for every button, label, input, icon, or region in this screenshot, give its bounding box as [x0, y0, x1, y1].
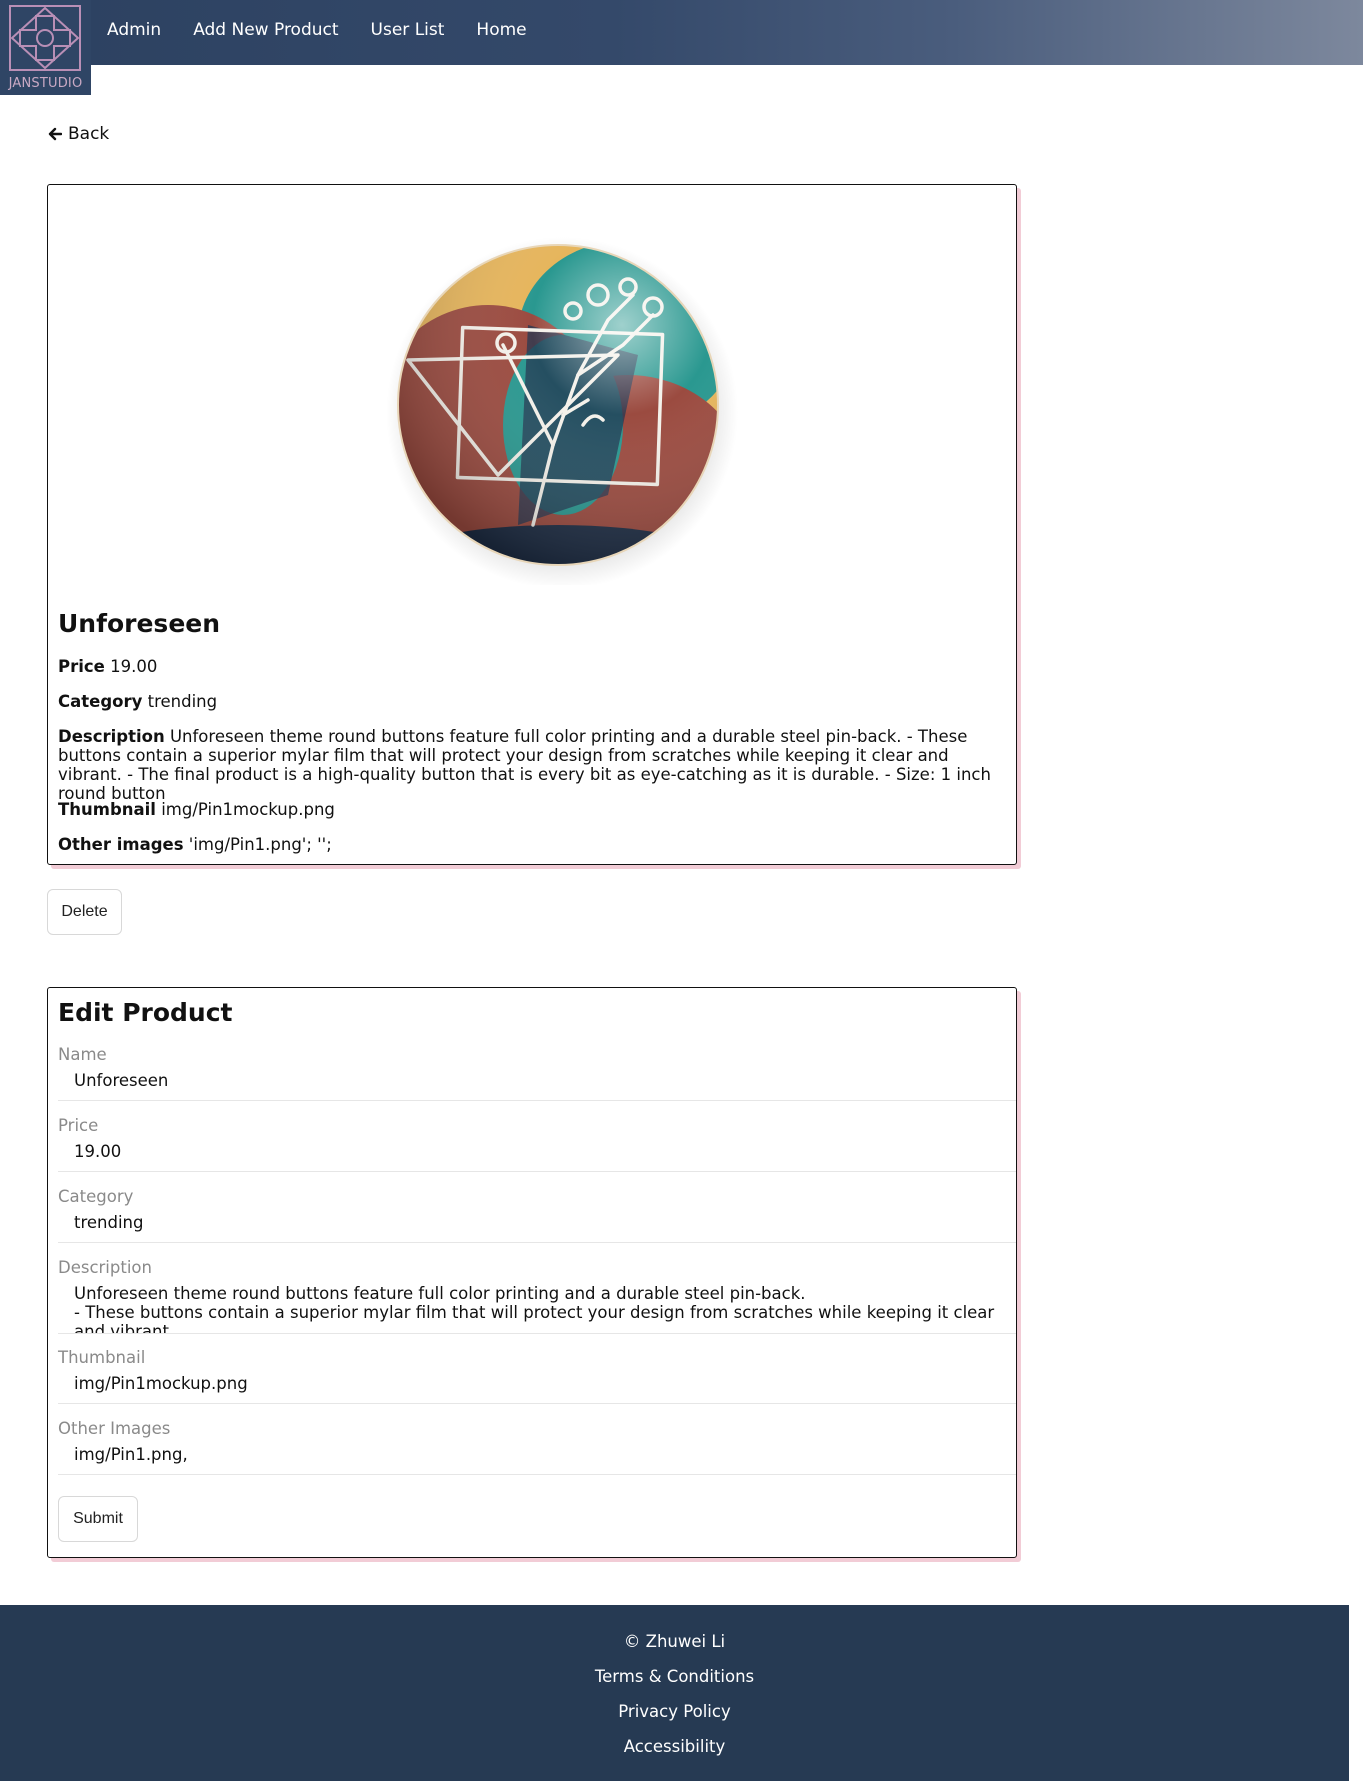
thumbnail-field-group: Thumbnail: [58, 1348, 1016, 1404]
category-label: Category: [58, 1187, 134, 1206]
product-title: Unforeseen: [58, 609, 221, 638]
product-thumbnail: Thumbnail img/Pin1mockup.png: [58, 800, 1008, 819]
nav-admin[interactable]: Admin: [107, 20, 161, 40]
thumbnail-label: Thumbnail: [58, 800, 156, 819]
price-input[interactable]: [58, 1138, 1016, 1172]
nav-user-list[interactable]: User List: [371, 20, 445, 40]
submit-button[interactable]: Submit: [58, 1496, 138, 1542]
other-images-field-group: Other Images: [58, 1419, 1016, 1475]
product-other-images: Other images 'img/Pin1.png'; '';: [58, 835, 1008, 854]
category-value: trending: [147, 692, 218, 711]
footer-privacy-link[interactable]: Privacy Policy: [0, 1702, 1349, 1721]
description-value: Unforeseen theme round buttons feature f…: [58, 727, 991, 803]
category-label: Category: [58, 692, 143, 711]
footer-terms-link[interactable]: Terms & Conditions: [0, 1667, 1349, 1686]
logo-emblem-icon: [9, 5, 81, 71]
delete-button[interactable]: Delete: [47, 889, 122, 935]
name-field-group: Name: [58, 1045, 1016, 1101]
description-label: Description: [58, 727, 165, 746]
footer-accessibility-link[interactable]: Accessibility: [0, 1737, 1349, 1756]
other-images-label: Other Images: [58, 1419, 171, 1438]
product-category: Category trending: [58, 692, 1008, 711]
logo-text: JANSTUDIO: [8, 76, 83, 91]
back-link[interactable]: Back: [48, 124, 109, 144]
description-textarea[interactable]: Unforeseen theme round buttons feature f…: [58, 1280, 1016, 1334]
brand-logo[interactable]: JANSTUDIO: [0, 0, 91, 95]
category-field-group: Category: [58, 1187, 1016, 1243]
navbar: JANSTUDIO Admin Add New Product User Lis…: [0, 0, 1363, 95]
nav-add-new-product[interactable]: Add New Product: [193, 20, 338, 40]
price-value: 19.00: [110, 657, 158, 676]
nav-links: Admin Add New Product User List Home: [107, 20, 527, 40]
edit-product-title: Edit Product: [58, 998, 233, 1027]
product-details-card: Unforeseen Price 19.00 Category trending…: [47, 184, 1017, 865]
footer-copyright: © Zhuwei Li: [623, 1632, 726, 1651]
footer: © Zhuwei Li Terms & Conditions Privacy P…: [0, 1605, 1349, 1781]
edit-product-card: Edit Product Name Price Category Descrip…: [47, 987, 1017, 1558]
price-label: Price: [58, 1116, 99, 1135]
other-images-label: Other images: [58, 835, 184, 854]
other-images-input[interactable]: [58, 1441, 1016, 1475]
product-pin-image: [386, 237, 738, 585]
nav-home[interactable]: Home: [476, 20, 526, 40]
back-label: Back: [68, 124, 110, 144]
description-label: Description: [58, 1258, 152, 1277]
thumbnail-value: img/Pin1mockup.png: [161, 800, 335, 819]
name-input[interactable]: [58, 1067, 1016, 1101]
category-input[interactable]: [58, 1209, 1016, 1243]
thumbnail-label: Thumbnail: [58, 1348, 146, 1367]
other-images-value: 'img/Pin1.png'; '';: [188, 835, 332, 854]
price-field-group: Price: [58, 1116, 1016, 1172]
product-description: Description Unforeseen theme round butto…: [58, 727, 1008, 803]
name-label: Name: [58, 1045, 107, 1064]
price-label: Price: [58, 657, 105, 676]
thumbnail-input[interactable]: [58, 1370, 1016, 1404]
product-price: Price 19.00: [58, 657, 1008, 676]
description-field-group: Description Unforeseen theme round butto…: [58, 1258, 1016, 1334]
arrow-left-icon: [48, 127, 62, 141]
